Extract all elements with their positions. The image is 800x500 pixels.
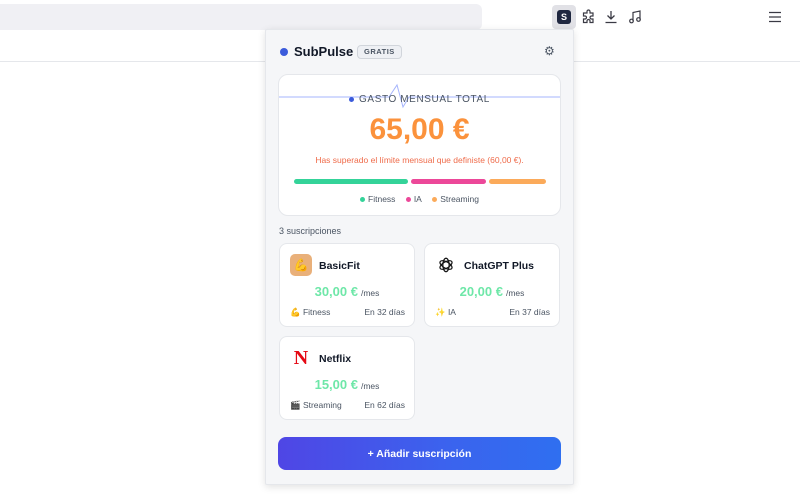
- subscription-category: 🎬 Streaming: [290, 400, 342, 410]
- breakdown-legend: Fitness IA Streaming: [279, 194, 560, 204]
- subscription-card-chatgpt-plus[interactable]: ChatGPT Plus 20,00 €/mes ✨ IA En 37 días: [424, 243, 560, 327]
- subscription-category: 💪 Fitness: [290, 307, 331, 317]
- subpulse-popup: SubPulse GRATIS ⚙ GASTO MENSUAL TOTAL 65…: [265, 29, 574, 485]
- monthly-summary-card: GASTO MENSUAL TOTAL 65,00 € Has superado…: [278, 74, 561, 216]
- price-period: /mes: [505, 288, 525, 298]
- subscription-renewal: En 37 días: [509, 307, 550, 317]
- biceps-icon: 💪: [290, 254, 312, 276]
- download-icon[interactable]: [600, 6, 622, 28]
- subscription-card-netflix[interactable]: N Netflix 15,00 €/mes 🎬 Streaming En 62 …: [279, 336, 415, 420]
- legend-item-streaming: Streaming: [432, 194, 479, 204]
- breakdown-segment-streaming: [489, 179, 546, 184]
- price-period: /mes: [360, 288, 380, 298]
- openai-icon: [435, 254, 457, 276]
- subscription-category: ✨ IA: [435, 307, 456, 317]
- breakdown-segment-ia: [410, 179, 487, 184]
- price-value: 20,00 €: [459, 284, 503, 299]
- subscription-price: 15,00 €/mes: [280, 377, 414, 392]
- summary-label: GASTO MENSUAL TOTAL: [279, 94, 560, 105]
- legend-label-streaming: Streaming: [440, 194, 479, 204]
- subscription-renewal: En 62 días: [364, 400, 405, 410]
- subpulse-extension-button[interactable]: S: [552, 5, 576, 29]
- summary-dot-icon: [349, 96, 355, 102]
- legend-item-ia: IA: [405, 194, 422, 204]
- extensions-puzzle-icon[interactable]: [578, 6, 600, 28]
- netflix-icon: N: [290, 347, 312, 369]
- legend-label-ia: IA: [413, 194, 422, 204]
- subscription-renewal: En 32 días: [364, 307, 405, 317]
- subscription-price: 30,00 €/mes: [280, 284, 414, 299]
- monthly-total: 65,00 €: [369, 113, 470, 146]
- hamburger-menu-icon[interactable]: [764, 6, 786, 28]
- subpulse-extension-icon: S: [557, 10, 571, 24]
- legend-label-fitness: Fitness: [368, 194, 396, 204]
- summary-label-text: GASTO MENSUAL TOTAL: [359, 94, 490, 105]
- legend-dot-ia: [405, 197, 411, 203]
- plan-badge: GRATIS: [357, 45, 402, 59]
- brand-dot-icon: [280, 48, 288, 56]
- subscription-card-basicfit[interactable]: 💪 BasicFit 30,00 €/mes 💪 Fitness En 32 d…: [279, 243, 415, 327]
- settings-gear-icon[interactable]: ⚙: [544, 44, 555, 58]
- add-subscription-button[interactable]: + Añadir suscripción: [278, 437, 561, 470]
- address-bar[interactable]: [0, 4, 482, 30]
- breakdown-segment-fitness: [294, 179, 408, 184]
- price-period: /mes: [360, 381, 380, 391]
- music-note-icon[interactable]: [624, 6, 646, 28]
- subscription-count: 3 suscripciones: [279, 226, 342, 236]
- brand-name: SubPulse: [294, 44, 354, 59]
- subscription-name: ChatGPT Plus: [464, 260, 535, 272]
- legend-dot-streaming: [432, 197, 438, 203]
- subscription-name: BasicFit: [319, 260, 360, 272]
- legend-item-fitness: Fitness: [360, 194, 395, 204]
- price-value: 15,00 €: [314, 377, 358, 392]
- limit-warning: Has superado el límite mensual que defin…: [315, 155, 524, 165]
- price-value: 30,00 €: [314, 284, 358, 299]
- subscription-price: 20,00 €/mes: [425, 284, 559, 299]
- legend-dot-fitness: [360, 197, 366, 203]
- subscription-name: Netflix: [319, 353, 352, 365]
- popup-header: SubPulse GRATIS ⚙: [266, 30, 573, 72]
